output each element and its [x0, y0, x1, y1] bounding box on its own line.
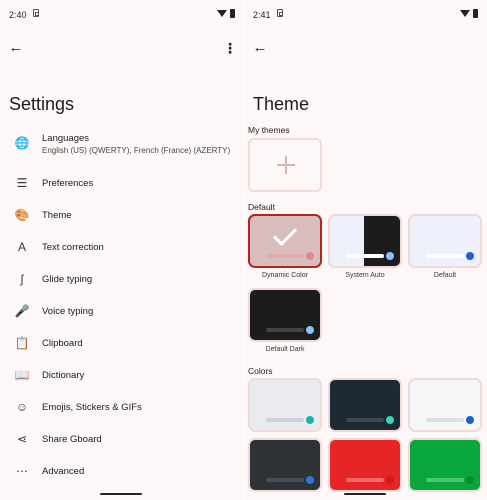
- theme-name-label: Default: [433, 272, 457, 279]
- theme-card-default[interactable]: [408, 214, 482, 268]
- text-correction-icon: A: [17, 240, 26, 254]
- accent-dot: [386, 252, 394, 260]
- settings-item-label: Languages: [42, 133, 90, 144]
- wifi-icon: [460, 10, 470, 17]
- settings-item-label: Clipboard: [42, 338, 83, 349]
- keyboard-spacebar-preview: [426, 478, 464, 482]
- share-icon: ⋖: [16, 432, 28, 446]
- accent-dot: [386, 416, 394, 424]
- status-bar: 2:41: [244, 0, 487, 30]
- keyboard-spacebar-preview: [266, 418, 304, 422]
- checkmark-icon: [272, 221, 298, 247]
- settings-item-label: Preferences: [42, 178, 94, 189]
- theme-name-label: Dynamic Color: [262, 272, 308, 279]
- settings-item-languages[interactable]: 🌐 Languages English (US) (QWERTY), French …: [0, 128, 243, 158]
- settings-item-emojis-stickers-gifs[interactable]: ☺ Emojis, Stickers & GIFs: [0, 392, 243, 422]
- theme-name-label: System Auto: [345, 272, 385, 279]
- settings-screen: 2:40 ← ⋮ Settings 🌐 Languages English (US)…: [0, 0, 243, 500]
- back-arrow-icon[interactable]: ←: [8, 40, 24, 56]
- status-bar: 2:40: [0, 0, 243, 30]
- settings-item-label: Share Gboard: [42, 434, 102, 445]
- settings-item-text-correction[interactable]: A Text correction: [0, 232, 243, 262]
- settings-item-label: Dictionary: [42, 370, 85, 381]
- settings-item-voice-typing[interactable]: 🎤 Voice typing: [0, 296, 243, 326]
- keyboard-spacebar-preview: [266, 328, 304, 332]
- keyboard-spacebar-preview: [266, 478, 304, 482]
- section-default: Default: [248, 202, 275, 212]
- theme-card-color-5[interactable]: [408, 438, 482, 492]
- palette-icon: 🎨: [14, 208, 30, 222]
- accent-dot: [466, 416, 474, 424]
- sliders-icon: ☰: [16, 176, 28, 190]
- accent-dot: [306, 252, 314, 260]
- battery-icon: [230, 9, 235, 18]
- theme-name-label: Default Dark: [265, 346, 305, 353]
- page-title: Settings: [9, 94, 75, 114]
- battery-icon: [473, 9, 478, 18]
- settings-item-label: Theme: [42, 210, 72, 221]
- accent-dot: [306, 476, 314, 484]
- sim-icon: [277, 9, 283, 17]
- settings-item-label: Text correction: [42, 242, 104, 253]
- theme-screen: 2:41 ← Theme My themes Default Dynamic C…: [244, 0, 487, 500]
- theme-card-system-auto[interactable]: [328, 214, 402, 268]
- keyboard-spacebar-preview: [346, 254, 384, 258]
- accent-dot: [386, 476, 394, 484]
- more-options-icon[interactable]: ⋮: [222, 40, 238, 56]
- home-indicator[interactable]: [344, 493, 386, 495]
- settings-item-advanced[interactable]: ⋯ Advanced: [0, 456, 243, 486]
- microphone-icon: 🎤: [14, 304, 30, 318]
- keyboard-spacebar-preview: [266, 254, 304, 258]
- accent-dot: [466, 252, 474, 260]
- settings-item-glide-typing[interactable]: ʃ Glide typing: [0, 264, 243, 294]
- settings-item-preferences[interactable]: ☰ Preferences: [0, 168, 243, 198]
- settings-item-label: Glide typing: [42, 274, 93, 285]
- more-icon: ⋯: [16, 464, 28, 478]
- emoji-icon: ☺: [15, 400, 29, 414]
- theme-card-dynamic-color[interactable]: [248, 214, 322, 268]
- glide-typing-icon: ʃ: [20, 272, 24, 286]
- globe-icon: 🌐: [14, 136, 30, 150]
- sim-icon: [33, 9, 39, 17]
- settings-item-clipboard[interactable]: 📋 Clipboard: [0, 328, 243, 358]
- settings-item-label: Advanced: [42, 466, 85, 477]
- page-title: Theme: [253, 94, 310, 114]
- keyboard-spacebar-preview: [426, 418, 464, 422]
- keyboard-spacebar-preview: [346, 478, 384, 482]
- theme-card-color-1[interactable]: [328, 378, 402, 432]
- accent-dot: [306, 326, 314, 334]
- keyboard-spacebar-preview: [426, 254, 464, 258]
- theme-card-default-dark[interactable]: [248, 288, 322, 342]
- status-time: 2:40: [9, 10, 27, 20]
- theme-card-color-4[interactable]: [328, 438, 402, 492]
- section-colors: Colors: [248, 366, 273, 376]
- theme-card-color-3[interactable]: [248, 438, 322, 492]
- status-time: 2:41: [253, 10, 271, 20]
- add-theme-button[interactable]: [248, 138, 322, 192]
- settings-item-subtitle: English (US) (QWERTY), French (France) (…: [42, 146, 231, 155]
- clipboard-icon: 📋: [14, 336, 30, 350]
- dictionary-icon: 📖: [14, 368, 30, 382]
- keyboard-spacebar-preview: [346, 418, 384, 422]
- theme-card-color-0[interactable]: [248, 378, 322, 432]
- home-indicator[interactable]: [100, 493, 142, 495]
- wifi-icon: [217, 10, 227, 17]
- settings-item-dictionary[interactable]: 📖 Dictionary: [0, 360, 243, 390]
- accent-dot: [466, 476, 474, 484]
- settings-item-share-gboard[interactable]: ⋖ Share Gboard: [0, 424, 243, 454]
- settings-item-theme[interactable]: 🎨 Theme: [0, 200, 243, 230]
- dark-half: [364, 216, 400, 266]
- section-my-themes: My themes: [248, 125, 290, 135]
- settings-item-label: Voice typing: [42, 306, 94, 317]
- theme-card-color-2[interactable]: [408, 378, 482, 432]
- back-arrow-icon[interactable]: ←: [252, 40, 268, 56]
- accent-dot: [306, 416, 314, 424]
- settings-item-label: Emojis, Stickers & GIFs: [42, 402, 142, 413]
